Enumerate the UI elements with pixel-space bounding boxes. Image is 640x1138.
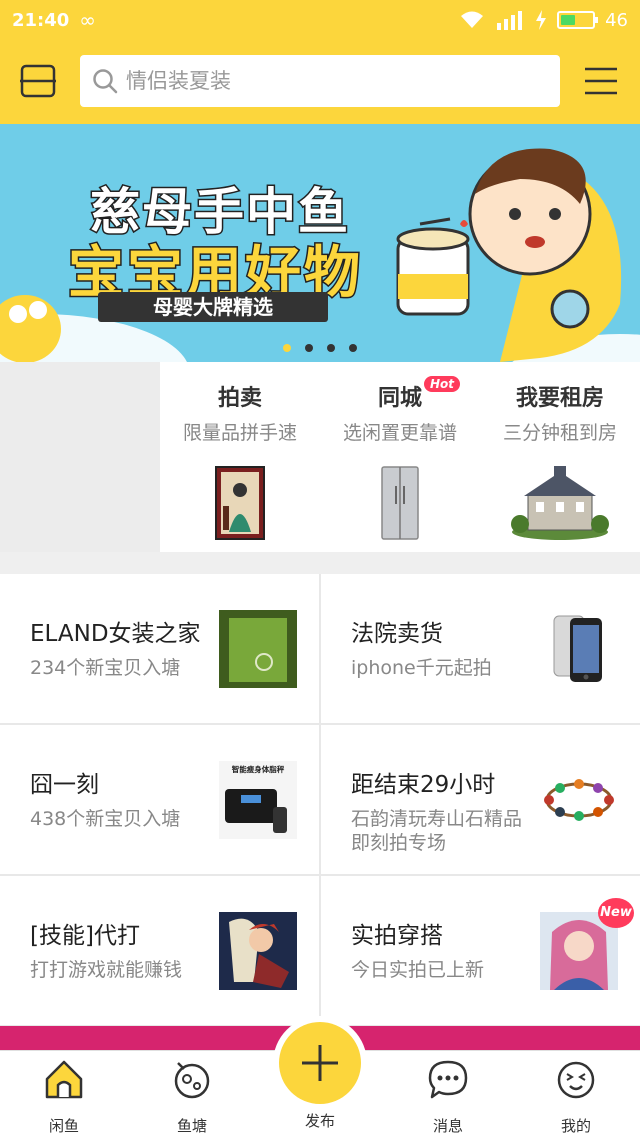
new-badge: New: [598, 898, 634, 928]
baby-mascot-illustration: [396, 148, 622, 362]
menu-icon[interactable]: [583, 66, 619, 96]
card-title: 法院卖货: [351, 621, 443, 647]
publish-label: 发布: [304, 1112, 335, 1130]
tab-label: 闲鱼: [48, 1117, 79, 1135]
search-icon: [93, 69, 118, 94]
card-subtitle: 石韵清玩寿山石精品即刻拍专场: [351, 808, 523, 854]
banner-dot[interactable]: [349, 344, 357, 352]
painting-image: [215, 466, 265, 540]
banner-dot[interactable]: [327, 344, 335, 352]
hot-badge: Hot: [423, 376, 460, 392]
battery-percent: 46: [605, 9, 628, 31]
battery-fill: [561, 15, 575, 25]
fridge-image: [381, 466, 419, 540]
card-court-sale[interactable]: 法院卖货 iphone千元起拍: [321, 574, 640, 723]
iphone-image: [553, 615, 602, 682]
tab-messages[interactable]: 消息: [408, 1057, 488, 1136]
message-icon: [428, 1060, 468, 1099]
feature-subtitle: 三分钟租到房: [502, 422, 617, 444]
status-bar: 21:40 ∞ 46: [0, 0, 640, 40]
card-title: 囧一刻: [30, 772, 99, 798]
house-image: [511, 466, 609, 540]
status-indicators: 46: [459, 9, 628, 31]
banner-tagline: 母婴大牌精选: [98, 292, 328, 322]
charging-icon: [536, 10, 547, 30]
card-title: [技能]代打: [30, 923, 140, 949]
home-icon: [45, 1060, 83, 1099]
tab-home[interactable]: 闲鱼: [24, 1057, 104, 1136]
plus-icon: [302, 1045, 338, 1081]
feature-title: 我要租房: [515, 386, 604, 411]
banner-pagination[interactable]: [283, 344, 357, 352]
wifi-icon: [461, 11, 484, 28]
card-title: 距结束29小时: [351, 772, 496, 798]
card-eland[interactable]: ELAND女装之家 234个新宝贝入塘: [0, 574, 319, 723]
search-box[interactable]: [80, 55, 560, 107]
promo-banner[interactable]: 慈母手中鱼 宝宝用好物 母婴大牌精选: [0, 124, 640, 362]
tab-label: 消息: [432, 1117, 463, 1135]
header: [0, 40, 640, 124]
tab-label: 我的: [560, 1117, 591, 1135]
profile-face-icon: [557, 1061, 595, 1099]
feature-auction[interactable]: 拍卖 限量品拼手速: [160, 362, 320, 552]
card-subtitle: 234个新宝贝入塘: [30, 657, 181, 679]
card-game-boosting[interactable]: [技能]代打 打打游戏就能赚钱: [0, 876, 319, 1025]
banner-dot[interactable]: [283, 344, 291, 352]
card-title: ELAND女装之家: [30, 621, 201, 647]
pond-icon: [174, 1062, 210, 1099]
features-empty-slot: [0, 362, 160, 552]
bead-bracelet-image: [544, 779, 614, 821]
card-subtitle: 438个新宝贝入塘: [30, 808, 181, 830]
tab-mine[interactable]: 我的: [536, 1057, 616, 1136]
card-jiong[interactable]: 囧一刻 438个新宝贝入塘 智能瘦身体脂秤: [0, 725, 319, 874]
card-title: 实拍穿搭: [351, 923, 443, 949]
card-real-outfit[interactable]: 实拍穿搭 今日实拍已上新 New: [321, 876, 640, 1025]
card-subtitle: 打打游戏就能赚钱: [30, 959, 183, 981]
card-subtitle: iphone千元起拍: [351, 657, 492, 679]
battery-icon: [557, 11, 599, 29]
publish-button[interactable]: [273, 1016, 367, 1110]
scale-ad-text: 智能瘦身体脂秤: [232, 764, 285, 774]
feature-subtitle: 限量品拼手速: [182, 422, 297, 444]
search-input[interactable]: [126, 69, 526, 93]
card-auction-countdown[interactable]: 距结束29小时 石韵清玩寿山石精品即刻拍专场: [321, 725, 640, 874]
card-subtitle: 今日实拍已上新: [351, 959, 485, 981]
recommend-grid: ELAND女装之家 234个新宝贝入塘 法院卖货 iphone千元起拍 囧一刻 …: [0, 574, 640, 1026]
banner-dot[interactable]: [305, 344, 313, 352]
feature-title: 同城 Hot: [377, 376, 460, 412]
publish-button-circle: [279, 1022, 361, 1104]
signal-icon: [497, 11, 523, 30]
scan-icon[interactable]: [20, 64, 56, 98]
green-bag-image: [219, 610, 297, 688]
feature-rent-house[interactable]: 我要租房 三分钟租到房: [480, 362, 640, 552]
status-time: 21:40: [12, 9, 70, 31]
feature-subtitle: 选闲置更靠谱: [342, 422, 457, 444]
feature-title: 拍卖: [217, 386, 262, 411]
tab-pond[interactable]: 鱼塘: [152, 1057, 232, 1136]
feature-title-text: 同城: [377, 386, 422, 411]
tab-label: 鱼塘: [176, 1117, 207, 1135]
body-scale-image: 智能瘦身体脂秤: [219, 761, 297, 839]
game-character-image: [219, 912, 297, 990]
infinity-icon: ∞: [79, 8, 96, 32]
feature-local[interactable]: 同城 Hot 选闲置更靠谱: [320, 362, 480, 552]
